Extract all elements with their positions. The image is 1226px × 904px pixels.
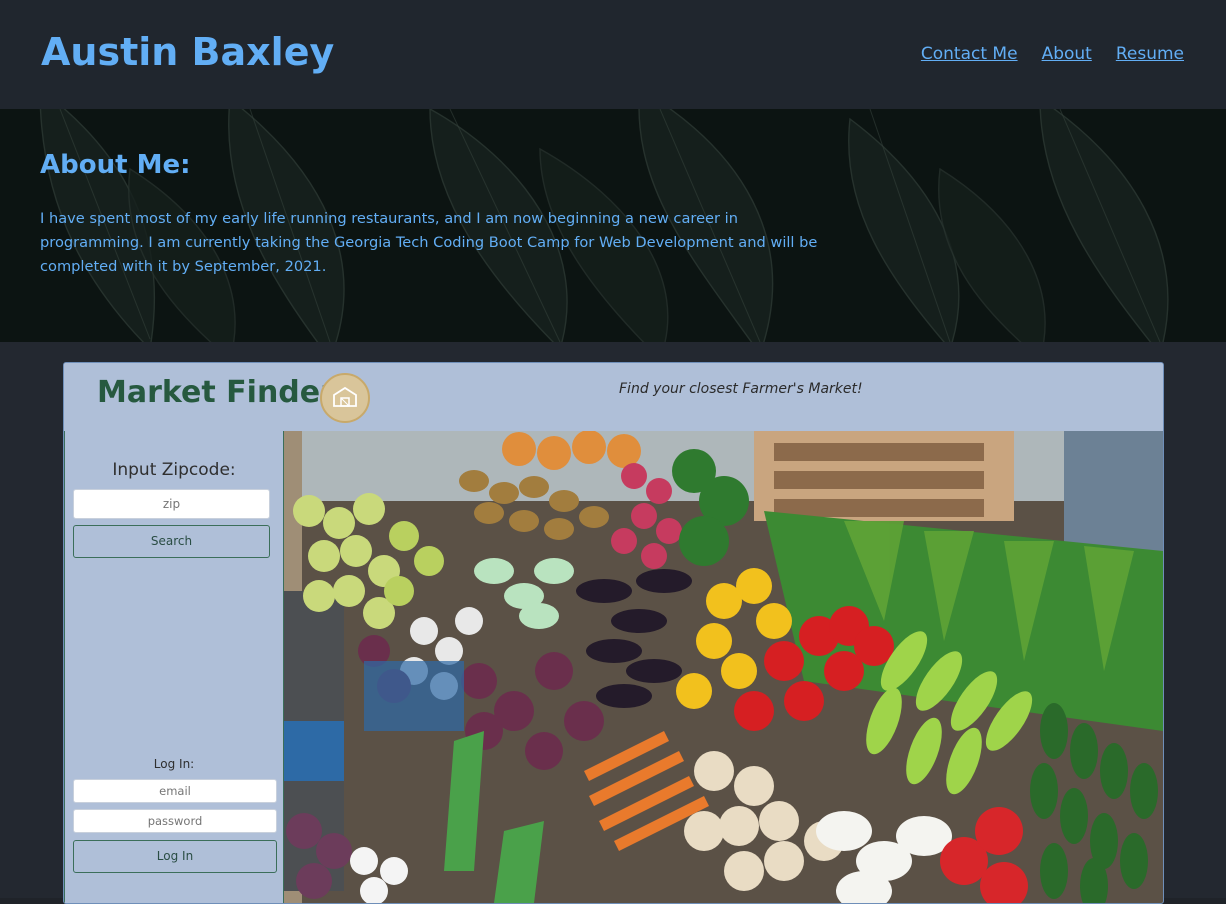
- about-heading: About Me:: [40, 150, 191, 180]
- password-field[interactable]: [73, 809, 277, 833]
- top-navbar: Austin Baxley Contact Me About Resume: [0, 0, 1226, 109]
- email-field[interactable]: [73, 779, 277, 803]
- project-title: Market Finder: [97, 375, 335, 410]
- project-tagline: Find your closest Farmer's Market!: [619, 381, 863, 397]
- main-nav: Contact Me About Resume: [921, 44, 1184, 64]
- site-title: Austin Baxley: [41, 30, 335, 74]
- search-sidebar: Input Zipcode: Search Log In: Log In: [64, 431, 285, 903]
- project-header: Market Finder Find your closest Farmer's…: [64, 363, 1163, 432]
- search-button[interactable]: Search: [73, 525, 270, 558]
- zipcode-label: Input Zipcode:: [112, 460, 236, 480]
- nav-about-link[interactable]: About: [1042, 44, 1092, 64]
- project-card-market-finder[interactable]: Market Finder Find your closest Farmer's…: [63, 362, 1164, 904]
- login-label: Log In:: [153, 757, 195, 771]
- nav-resume-link[interactable]: Resume: [1116, 44, 1184, 64]
- login-button[interactable]: Log In: [73, 840, 277, 873]
- market-barn-icon: [320, 373, 370, 423]
- nav-contact-me-link[interactable]: Contact Me: [921, 44, 1018, 64]
- about-paragraph: I have spent most of my early life runni…: [40, 210, 818, 275]
- farmers-market-photo: [284, 431, 1163, 903]
- zipcode-input[interactable]: [73, 489, 270, 519]
